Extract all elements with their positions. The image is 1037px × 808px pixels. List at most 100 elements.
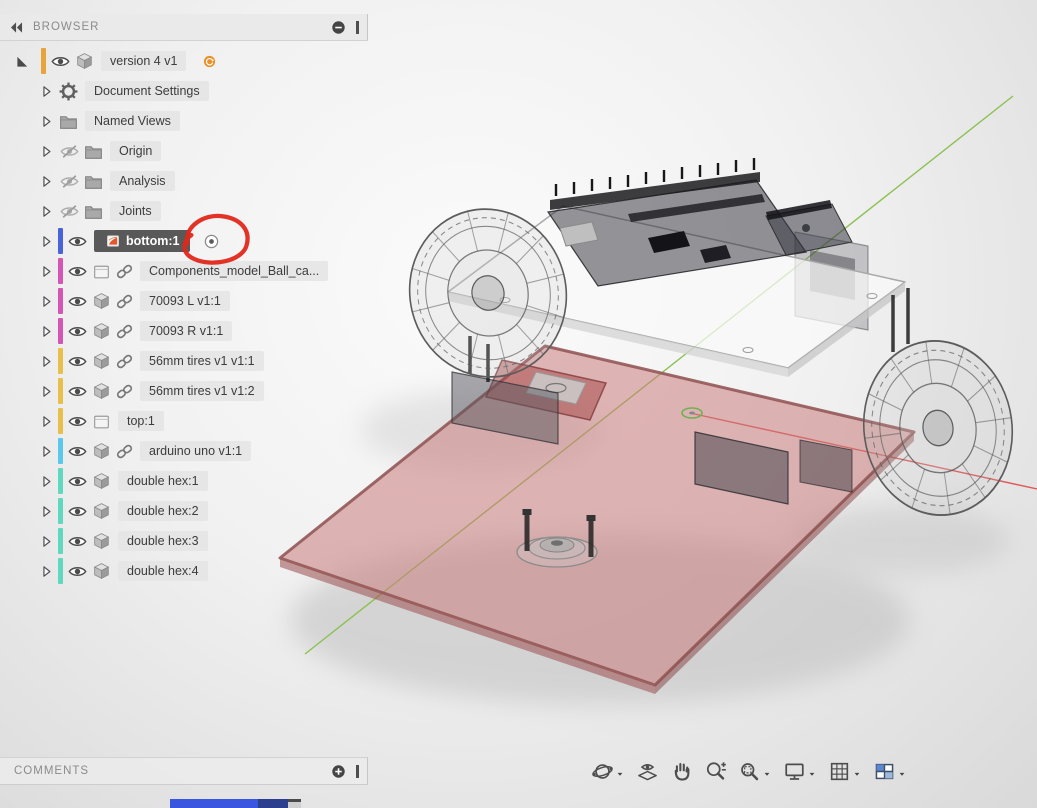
tree-item-pill[interactable]: double hex:3	[118, 531, 208, 551]
tree-item-double-hex-1[interactable]: double hex:1	[0, 466, 368, 496]
expand-arrow-icon[interactable]	[38, 113, 55, 130]
viewports-button[interactable]	[873, 760, 907, 783]
display-settings-button[interactable]	[783, 760, 817, 783]
tree-item-pill[interactable]: 56mm tires v1 v1:1	[140, 351, 264, 371]
tree-item-pill[interactable]: version 4 v1	[101, 51, 186, 71]
tree-item-pill[interactable]: double hex:4	[118, 561, 208, 581]
component-color-bar	[58, 438, 63, 464]
tree-item-analysis[interactable]: Analysis	[0, 166, 368, 196]
expand-arrow-icon[interactable]	[38, 383, 55, 400]
caret-down-icon[interactable]	[852, 769, 862, 779]
expand-arrow-icon[interactable]	[38, 83, 55, 100]
orbit-button[interactable]	[591, 760, 625, 783]
tree-item-pill[interactable]: 70093 L v1:1	[140, 291, 230, 311]
tree-item-pill[interactable]: Joints	[110, 201, 161, 221]
tree-item-pill[interactable]: 56mm tires v1 v1:2	[140, 381, 264, 401]
tree-item-double-hex-4[interactable]: double hex:4	[0, 556, 368, 586]
look-at-button[interactable]	[636, 760, 659, 783]
tree-item-origin[interactable]: Origin	[0, 136, 368, 166]
expand-arrow-icon[interactable]	[38, 233, 55, 250]
tree-item-double-hex-3[interactable]: double hex:3	[0, 526, 368, 556]
visibility-eye-off-icon[interactable]	[59, 171, 80, 192]
tree-item-56mm-tires-v1-v1-1[interactable]: 56mm tires v1 v1:1	[0, 346, 368, 376]
tree-item-70093-l-v1-1[interactable]: 70093 L v1:1	[0, 286, 368, 316]
expand-arrow-icon[interactable]	[38, 143, 55, 160]
visibility-eye-icon[interactable]	[67, 441, 88, 462]
visibility-eye-icon[interactable]	[67, 501, 88, 522]
expand-arrow-icon[interactable]	[38, 473, 55, 490]
tree-item-components-model-ball-ca[interactable]: Components_model_Ball_ca...	[0, 256, 368, 286]
expand-arrow-icon[interactable]	[38, 323, 55, 340]
tree-item-pill[interactable]: bottom:1	[94, 230, 190, 252]
caret-down-icon[interactable]	[897, 769, 907, 779]
grid-settings-button[interactable]	[828, 760, 862, 783]
visibility-eye-icon[interactable]	[67, 561, 88, 582]
expand-arrow-icon[interactable]	[38, 413, 55, 430]
activate-component-radio[interactable]	[203, 233, 220, 250]
tree-item-pill[interactable]: Document Settings	[85, 81, 209, 101]
expand-arrow-icon[interactable]	[38, 443, 55, 460]
expand-arrow-icon[interactable]	[38, 353, 55, 370]
caret-down-icon[interactable]	[807, 769, 817, 779]
visibility-eye-icon[interactable]	[67, 351, 88, 372]
zoom-button[interactable]	[704, 760, 727, 783]
tree-item-56mm-tires-v1-v1-2[interactable]: 56mm tires v1 v1:2	[0, 376, 368, 406]
minus-circle-icon[interactable]	[330, 19, 347, 36]
visibility-eye-icon[interactable]	[67, 261, 88, 282]
tree-item-label: double hex:4	[127, 564, 199, 578]
radio-button-icon[interactable]	[203, 233, 220, 250]
visibility-eye-icon[interactable]	[67, 531, 88, 552]
comments-bar[interactable]: COMMENTS	[0, 757, 368, 785]
expand-arrow-icon[interactable]	[38, 293, 55, 310]
tree-item-pill[interactable]: top:1	[118, 411, 164, 431]
tree-item-arduino-uno-v1-1[interactable]: arduino uno v1:1	[0, 436, 368, 466]
tree-item-pill[interactable]: arduino uno v1:1	[140, 441, 251, 461]
tree-item-label: Joints	[119, 204, 152, 218]
visibility-eye-icon[interactable]	[67, 471, 88, 492]
expand-arrow-icon[interactable]	[38, 173, 55, 190]
plus-circle-icon[interactable]	[330, 763, 347, 780]
visibility-eye-icon[interactable]	[67, 411, 88, 432]
tree-item-double-hex-2[interactable]: double hex:2	[0, 496, 368, 526]
pan-button[interactable]	[670, 760, 693, 783]
expand-arrow-icon[interactable]	[38, 203, 55, 220]
tree-item-top-1[interactable]: top:1	[0, 406, 368, 436]
expand-arrow-icon[interactable]	[38, 563, 55, 580]
tree-item-pill[interactable]: Analysis	[110, 171, 175, 191]
tree-item-70093-r-v1-1[interactable]: 70093 R v1:1	[0, 316, 368, 346]
tree-item-pill[interactable]: 70093 R v1:1	[140, 321, 232, 341]
caret-down-icon[interactable]	[762, 769, 772, 779]
folder-icon	[58, 111, 79, 132]
visibility-eye-icon[interactable]	[67, 381, 88, 402]
tree-item-pill[interactable]: Components_model_Ball_ca...	[140, 261, 328, 281]
component-icon	[91, 351, 112, 372]
tree-item-pill[interactable]: Origin	[110, 141, 161, 161]
expand-arrow-icon[interactable]	[38, 503, 55, 520]
tree-item-label: arduino uno v1:1	[149, 444, 242, 458]
comments-resize-grip[interactable]	[356, 765, 359, 778]
tree-item-bottom-1[interactable]: bottom:1	[0, 226, 368, 256]
caret-down-icon[interactable]	[615, 769, 625, 779]
tree-item-document-settings[interactable]: Document Settings	[0, 76, 368, 106]
tree-item-pill[interactable]: Named Views	[85, 111, 180, 131]
tree-item-joints[interactable]: Joints	[0, 196, 368, 226]
tree-item-pill[interactable]: double hex:1	[118, 471, 208, 491]
collapse-panel-icon[interactable]	[8, 19, 25, 36]
tree-item-version-4-v1[interactable]: version 4 v1	[0, 46, 368, 76]
link-icon	[115, 322, 134, 341]
visibility-eye-icon[interactable]	[67, 291, 88, 312]
visibility-eye-icon[interactable]	[67, 231, 88, 252]
expand-arrow-icon[interactable]	[38, 533, 55, 550]
fit-button[interactable]	[738, 760, 772, 783]
tree-item-named-views[interactable]: Named Views	[0, 106, 368, 136]
expand-arrow-icon[interactable]	[38, 263, 55, 280]
visibility-eye-off-icon[interactable]	[59, 201, 80, 222]
visibility-eye-off-icon[interactable]	[59, 141, 80, 162]
visibility-eye-icon[interactable]	[67, 321, 88, 342]
visibility-eye-icon[interactable]	[50, 51, 71, 72]
component-color-bar	[58, 378, 63, 404]
component-color-bar	[58, 318, 63, 344]
tree-item-pill[interactable]: double hex:2	[118, 501, 208, 521]
component-icon	[91, 471, 112, 492]
panel-resize-grip[interactable]	[356, 21, 359, 34]
